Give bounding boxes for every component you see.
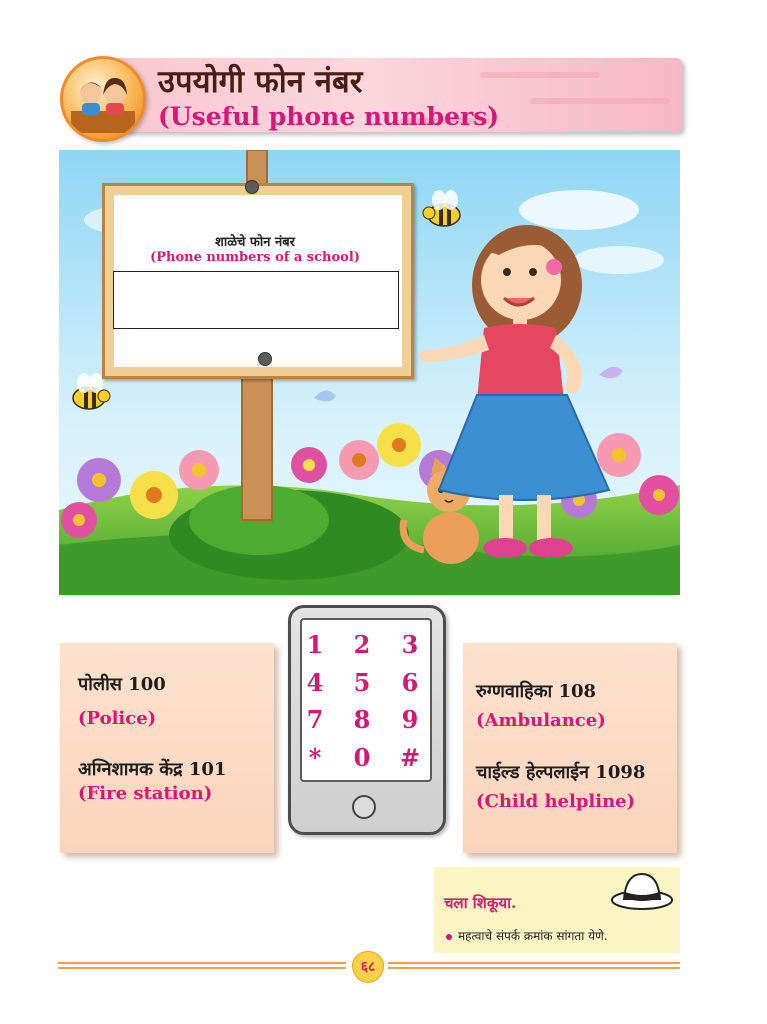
- screw-icon: [245, 180, 259, 194]
- child-helpline-number: चाईल्ड हेल्पलाईन 1098: [476, 762, 646, 783]
- footer-divider: [388, 962, 680, 964]
- keypad-key[interactable]: 8: [344, 705, 380, 734]
- keypad-key[interactable]: 7: [297, 705, 333, 734]
- ambulance-number: रुग्णवाहिका 108: [476, 681, 597, 702]
- bullet-icon: [446, 934, 452, 940]
- signboard-heading-english: (Phone numbers of a school): [150, 250, 360, 265]
- keypad-key[interactable]: 9: [392, 705, 428, 734]
- keypad-key[interactable]: 0: [344, 743, 380, 772]
- ambulance-label: (Ambulance): [476, 710, 606, 731]
- learn-title: चला शिकूया.: [444, 894, 517, 912]
- page-title-marathi: उपयोगी फोन नंबर: [158, 64, 363, 100]
- keypad-key[interactable]: 4: [297, 668, 333, 697]
- phone-home-button[interactable]: [352, 795, 376, 819]
- footer-divider: [388, 967, 680, 969]
- keypad-key[interactable]: 1: [297, 630, 333, 659]
- child-helpline-label: (Child helpline): [476, 791, 636, 812]
- keypad-key[interactable]: 6: [392, 668, 428, 697]
- keypad-key[interactable]: 2: [344, 630, 380, 659]
- footer-divider: [58, 967, 346, 969]
- fire-station-label: (Fire station): [78, 783, 213, 804]
- keypad-key[interactable]: 3: [392, 630, 428, 659]
- fire-station-number: अग्निशामक केंद्र 101: [78, 759, 227, 780]
- school-phone-field[interactable]: [113, 271, 399, 329]
- screw-icon: [258, 352, 272, 366]
- keypad-key[interactable]: 5: [344, 668, 380, 697]
- footer-divider: [58, 962, 346, 964]
- keypad-key[interactable]: #: [392, 743, 428, 772]
- page-number: ६८: [352, 951, 384, 983]
- kids-emblem-icon: [60, 56, 146, 142]
- police-label: (Police): [78, 708, 157, 729]
- signboard-heading-marathi: शाळेचे फोन नंबर: [215, 235, 295, 250]
- learn-item: महत्वाचे संपर्क क्रमांक सांगता येणे.: [458, 929, 608, 943]
- page-title-english: (Useful phone numbers): [158, 102, 500, 131]
- hat-icon: [610, 868, 674, 916]
- keypad-key[interactable]: *: [297, 743, 333, 772]
- emergency-card-right: [463, 643, 677, 853]
- police-number: पोलीस 100: [78, 674, 166, 695]
